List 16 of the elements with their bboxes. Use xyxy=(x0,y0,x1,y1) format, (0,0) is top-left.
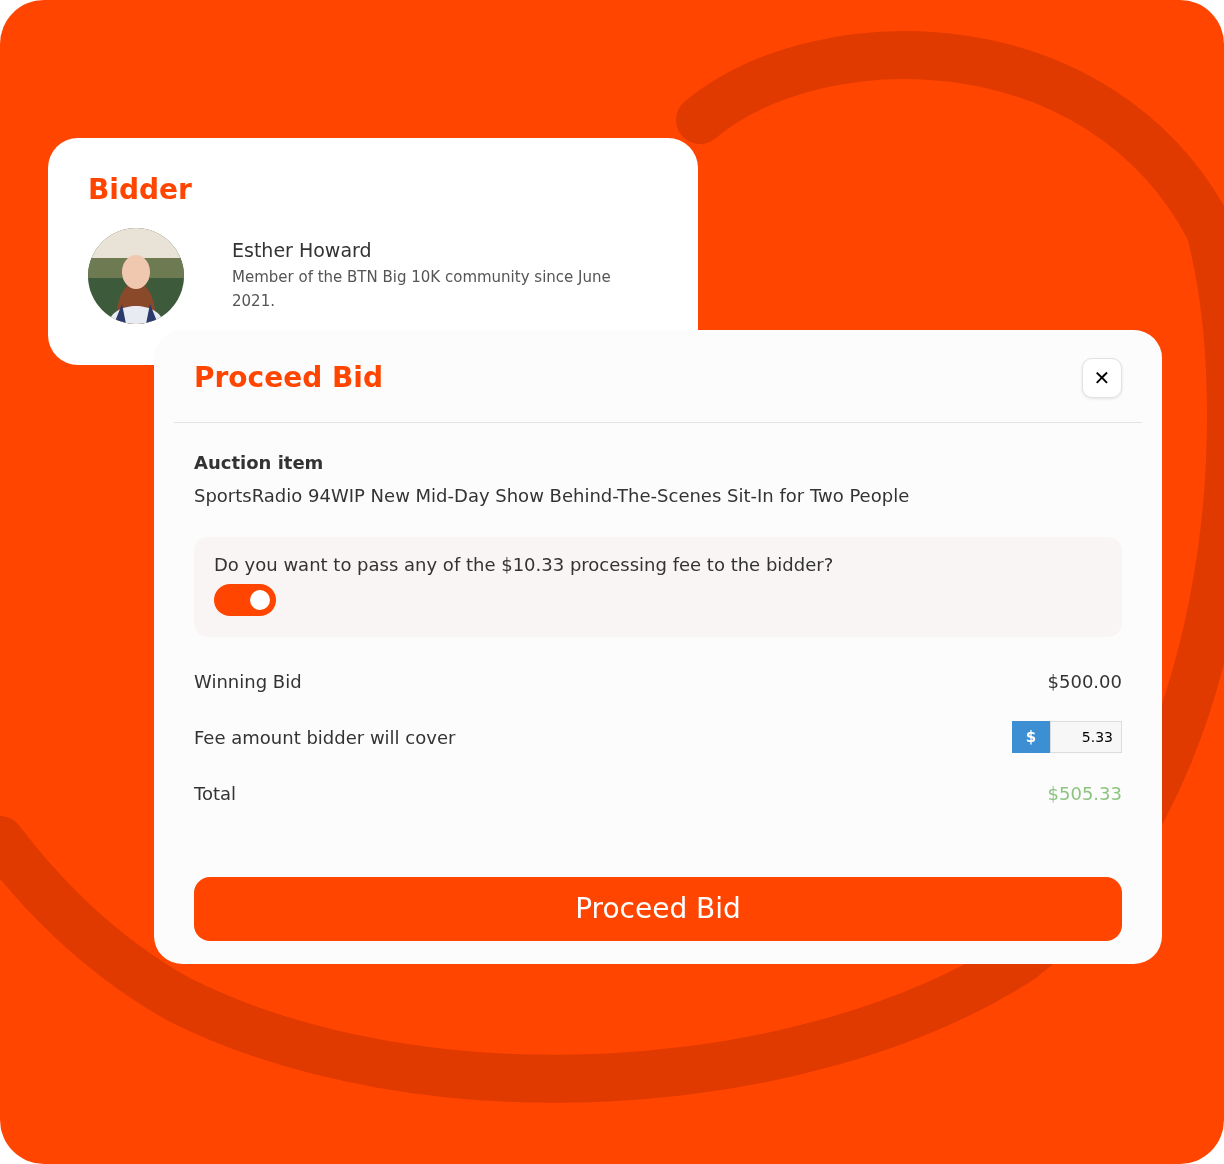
card-title: Bidder xyxy=(88,176,193,204)
row-value: $500.00 xyxy=(1047,669,1122,694)
row-label: Winning Bid xyxy=(194,669,302,694)
row-label: Fee amount bidder will cover xyxy=(194,725,456,750)
close-button[interactable]: ✕ xyxy=(1082,358,1122,398)
field-label: Auction item xyxy=(194,451,325,475)
member-description: Member of the BTN Big 10K community since June 2021. xyxy=(232,266,612,312)
auction-item-name: SportsRadio 94WIP New Mid-Day Show Behind-The-Scenes Sit-In for Two People xyxy=(194,484,911,508)
total-value: $505.33 xyxy=(1047,781,1122,806)
bidder-name: Esther Howard xyxy=(232,238,373,263)
fee-input[interactable]: 5.33 xyxy=(1050,721,1122,753)
currency-prefix: $ xyxy=(1012,721,1050,753)
modal-title: Proceed Bid xyxy=(194,361,383,395)
row-label: Total xyxy=(194,781,237,806)
fee-question: Do you want to pass any of the $10.33 processing fee to the bidder? xyxy=(214,553,835,577)
toggle-switch[interactable] xyxy=(214,584,276,616)
